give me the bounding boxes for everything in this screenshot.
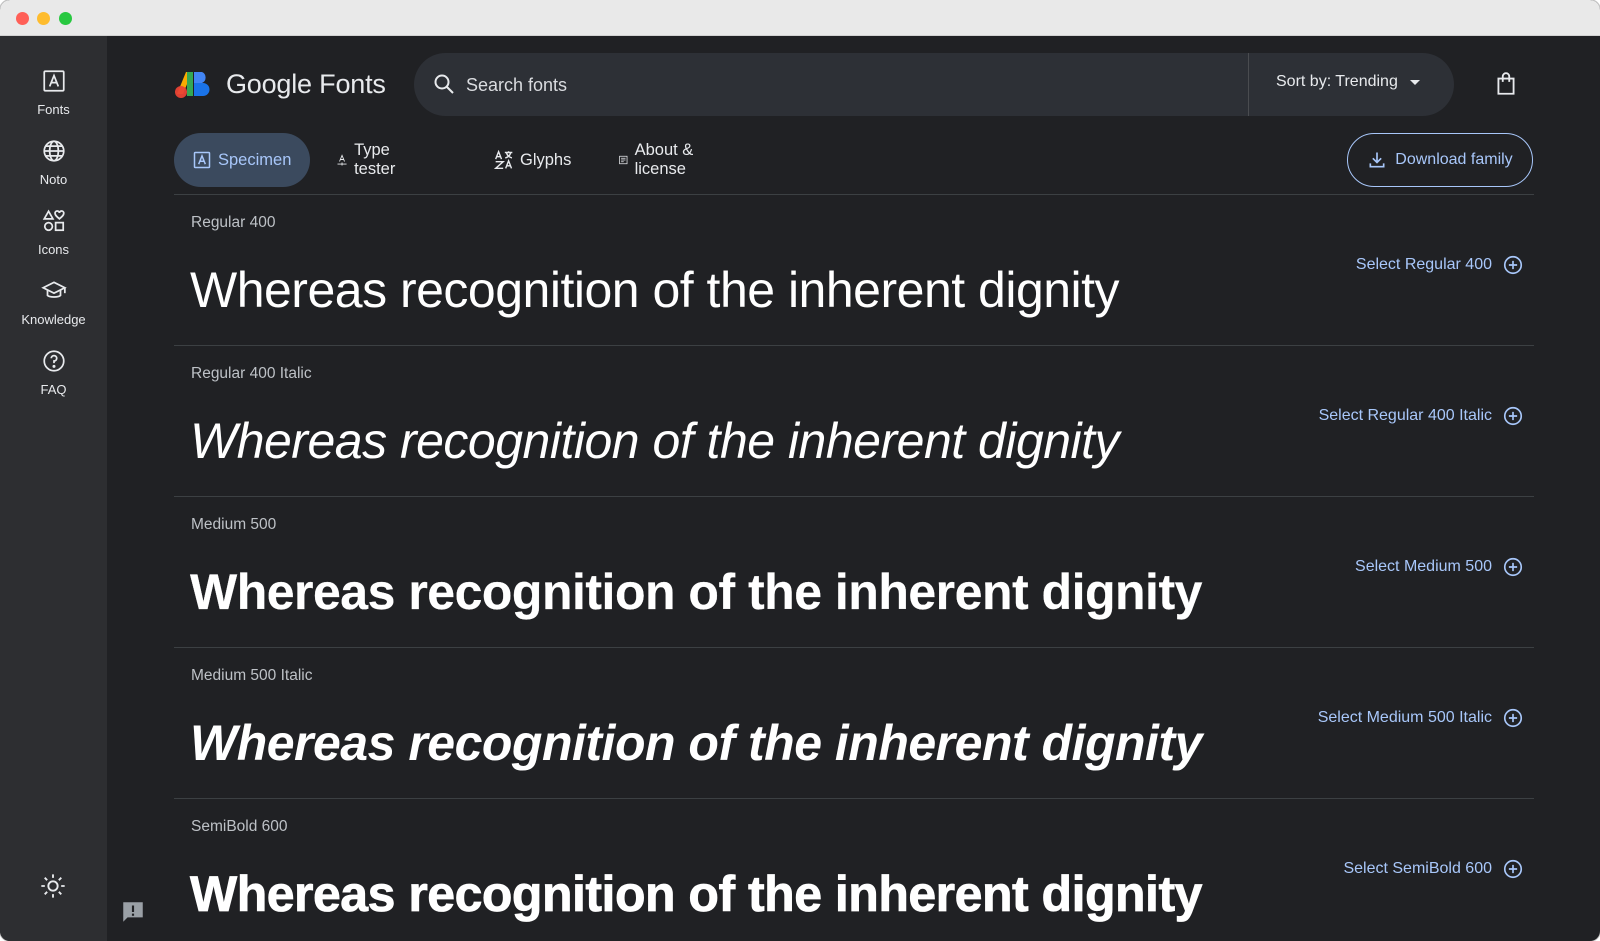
sample-text[interactable]: Whereas recognition of the inherent dign…: [190, 865, 1203, 923]
style-label: Regular 400: [191, 214, 276, 231]
download-label: Download family: [1395, 151, 1513, 168]
specimen-row: SemiBold 600 Whereas recognition of the …: [174, 799, 1534, 941]
rail-label: Noto: [39, 172, 68, 187]
specimen-row: Regular 400 Italic Whereas recognition o…: [174, 346, 1534, 497]
search-input[interactable]: [466, 65, 1226, 105]
font-icon: [42, 70, 65, 92]
specimen-row: Medium 500 Italic Whereas recognition of…: [174, 648, 1534, 799]
shapes-icon: [42, 209, 65, 232]
tab-label: About & license: [634, 141, 694, 178]
tab-specimen[interactable]: Specimen: [174, 133, 310, 187]
sort-dropdown[interactable]: Sort by: Trending: [1276, 73, 1420, 91]
rail-item-fonts[interactable]: Fonts: [0, 66, 107, 136]
rail-label: Icons: [37, 242, 70, 257]
sample-text[interactable]: Whereas recognition of the inherent dign…: [190, 563, 1203, 621]
navigation-rail: Fonts Noto Icons Knowledge FAQ: [0, 36, 107, 941]
add-circle-icon: [1503, 255, 1523, 275]
caret-down-icon: [1409, 79, 1420, 85]
specimen-row: Regular 400 Whereas recognition of the i…: [174, 195, 1534, 346]
tab-label: Specimen: [218, 150, 292, 169]
style-label: Medium 500: [191, 516, 277, 533]
search-icon: [434, 74, 454, 94]
translate-icon: [494, 150, 513, 170]
zoom-window-button[interactable]: [59, 12, 72, 25]
brand-name: Google Fonts: [226, 69, 386, 99]
tab-about-license[interactable]: About & license: [618, 133, 695, 187]
add-circle-icon: [1503, 406, 1523, 426]
rail-label: FAQ: [40, 382, 67, 397]
select-style-button[interactable]: Select Regular 400 Italic: [1319, 405, 1524, 427]
add-circle-icon: [1503, 557, 1523, 577]
sample-text[interactable]: Whereas recognition of the inherent dign…: [190, 714, 1202, 772]
sun-icon[interactable]: [39, 872, 67, 900]
sample-text[interactable]: Whereas recognition of the inherent dign…: [190, 412, 1120, 470]
select-style-button[interactable]: Select Medium 500 Italic: [1318, 707, 1524, 729]
sort-label: Sort by: Trending: [1276, 73, 1398, 90]
minimize-window-button[interactable]: [37, 12, 50, 25]
add-circle-icon: [1503, 708, 1523, 728]
google-fonts-logo: [175, 72, 210, 98]
specimen-row: Medium 500 Whereas recognition of the in…: [174, 497, 1534, 648]
download-icon: [1369, 152, 1385, 168]
search-divider: [1248, 53, 1249, 116]
shopping-bag-icon[interactable]: [1493, 71, 1519, 97]
style-label: Regular 400 Italic: [191, 365, 312, 382]
style-label: SemiBold 600: [191, 818, 288, 835]
select-label: Select Regular 400 Italic: [1318, 407, 1492, 424]
select-label: Select Medium 500 Italic: [1317, 709, 1492, 726]
rail-item-noto[interactable]: Noto: [0, 136, 107, 206]
tab-label: Glyphs: [520, 150, 572, 169]
select-style-button[interactable]: Select Regular 400: [1356, 254, 1524, 276]
specimen-list: Regular 400 Whereas recognition of the i…: [174, 195, 1534, 941]
sample-text[interactable]: Whereas recognition of the inherent dign…: [190, 261, 1120, 319]
select-label: Select Medium 500: [1355, 558, 1492, 575]
select-label: Select Regular 400: [1355, 256, 1492, 273]
select-style-button[interactable]: Select SemiBold 600: [1343, 858, 1524, 880]
browser-window: Fonts Noto Icons Knowledge FAQ Google Fo…: [0, 0, 1600, 941]
feedback-icon[interactable]: [120, 899, 146, 925]
text-format-icon: [337, 154, 347, 166]
article-icon: [619, 155, 628, 165]
rail-label: Knowledge: [21, 312, 86, 327]
style-label: Medium 500 Italic: [191, 667, 313, 684]
school-icon: [40, 281, 67, 298]
title-bar: [0, 0, 1600, 36]
download-family-button[interactable]: Download family: [1347, 133, 1533, 187]
font-icon: [193, 151, 211, 169]
tab-label: Type tester: [354, 141, 396, 178]
add-circle-icon: [1503, 859, 1523, 879]
select-style-button[interactable]: Select Medium 500: [1355, 556, 1524, 578]
close-window-button[interactable]: [16, 12, 29, 25]
rail-item-icons[interactable]: Icons: [0, 206, 107, 276]
rail-item-faq[interactable]: FAQ: [0, 346, 107, 416]
rail-item-knowledge[interactable]: Knowledge: [0, 276, 107, 346]
search-bar: Sort by: Trending: [414, 53, 1454, 116]
select-label: Select SemiBold 600: [1343, 860, 1492, 877]
tab-glyphs[interactable]: Glyphs: [494, 133, 571, 187]
help-icon: [42, 350, 65, 372]
globe-icon: [42, 140, 65, 162]
tab-type-tester[interactable]: Type tester: [336, 133, 403, 187]
rail-label: Fonts: [37, 102, 70, 117]
